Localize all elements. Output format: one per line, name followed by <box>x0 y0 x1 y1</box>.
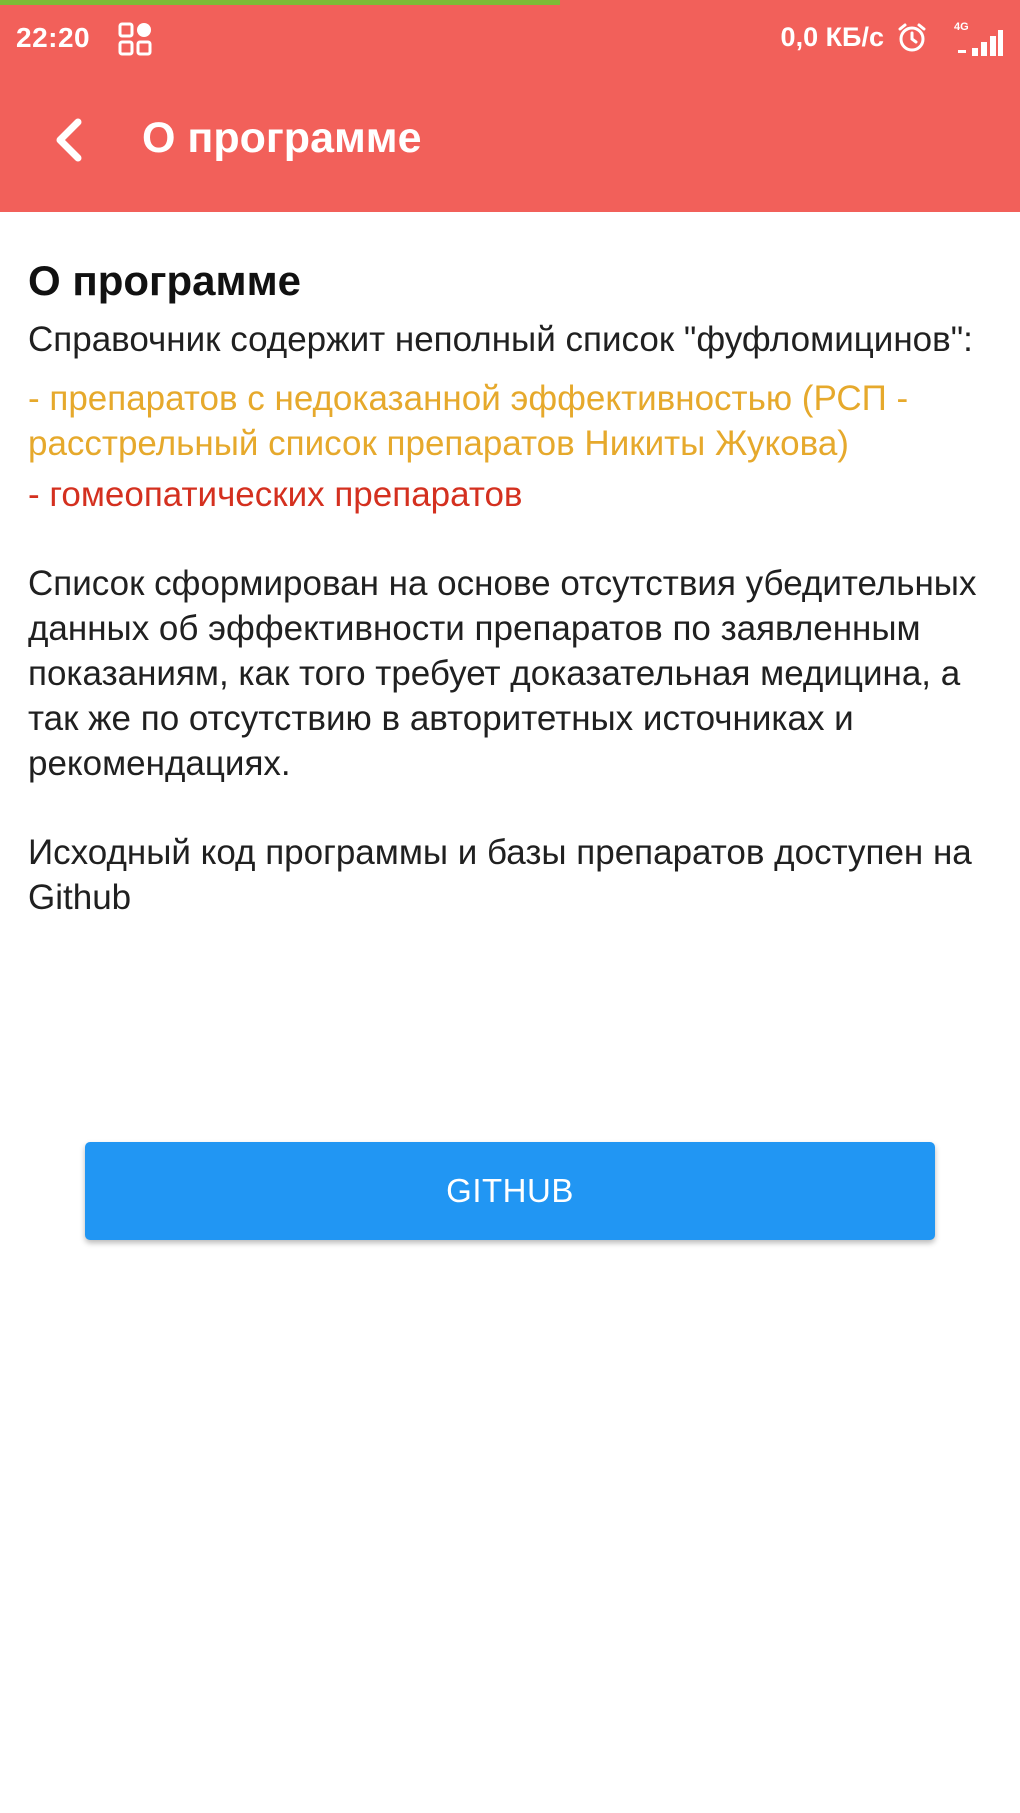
status-time: 22:20 <box>16 22 91 53</box>
homeopathic-drugs-item: - гомеопатических препаратов <box>28 475 523 514</box>
source-note-text: Исходный код программы и базы препаратов… <box>28 833 972 917</box>
app-bar: О программе <box>0 90 1020 200</box>
about-content: О программе Справочник содержит неполный… <box>28 255 988 920</box>
status-bar: 22:20 0,0 КБ/с 4G <box>0 8 1020 68</box>
progress-strip <box>0 0 560 5</box>
alarm-icon <box>898 23 926 52</box>
app-header: 22:20 0,0 КБ/с 4G О программе <box>0 0 1020 212</box>
basis-text: Список сформирован на основе отсутствия … <box>28 564 977 783</box>
intro-text: Справочник содержит неполный список "фуф… <box>28 320 973 359</box>
chevron-left-icon <box>56 118 82 162</box>
signal-icon: 4G <box>954 21 1003 56</box>
back-button[interactable] <box>38 108 102 172</box>
section-title: О программе <box>28 257 302 304</box>
github-button[interactable]: GITHUB <box>85 1142 935 1240</box>
unproven-drugs-item: - препаратов с недоказанной эффективност… <box>28 379 909 463</box>
network-speed: 0,0 КБ/с <box>780 22 884 52</box>
page-title: О программе <box>142 114 422 162</box>
network-type-label: 4G <box>954 21 969 33</box>
app-grid-icon <box>118 22 152 56</box>
